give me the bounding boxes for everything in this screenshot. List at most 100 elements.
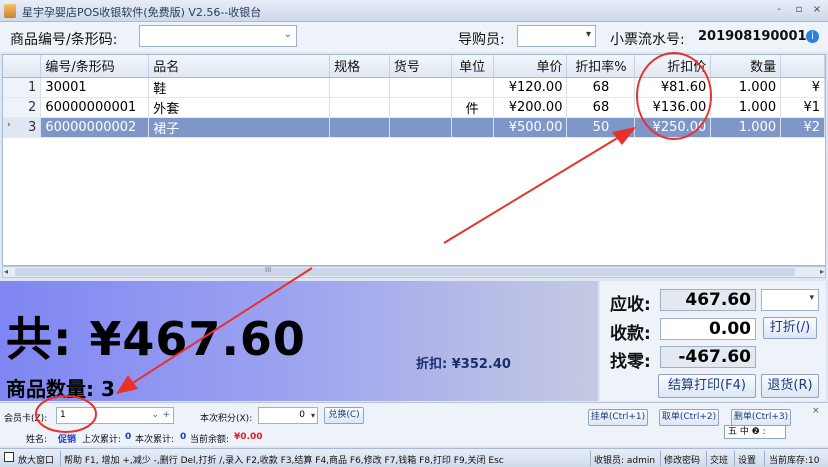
cell-spec[interactable] <box>329 77 390 98</box>
minimize-button[interactable]: - <box>772 3 786 17</box>
info-icon[interactable]: i <box>806 30 819 43</box>
receipt-label: 小票流水号: <box>610 32 685 48</box>
guide-select[interactable]: ▾ <box>517 25 596 47</box>
dropdown-arrow-icon[interactable]: ▾ <box>809 293 814 303</box>
column-header-discount-rate[interactable]: 折扣率% <box>566 55 636 78</box>
cell-price[interactable]: ¥500.00 <box>493 117 568 138</box>
column-header-price[interactable]: 单价 <box>493 55 568 78</box>
cell-name[interactable]: 外套 <box>148 97 331 118</box>
cell-unit[interactable] <box>451 77 494 98</box>
cell-item-no[interactable] <box>389 77 452 98</box>
maximize-button[interactable]: ▫ <box>792 3 806 17</box>
total-panel: 共: ¥467.60 折扣: ¥352.40 商品数量: 3 <box>0 281 598 401</box>
spinner-icon[interactable]: ▾ <box>311 408 315 423</box>
column-header-name[interactable]: 品名 <box>148 55 331 78</box>
status-divider <box>764 451 765 466</box>
cell-name[interactable]: 裙子 <box>148 117 331 138</box>
column-header-extra[interactable] <box>780 55 825 78</box>
scrollbar-thumb[interactable]: III <box>15 266 795 276</box>
change-password-link[interactable]: 修改密码 <box>664 453 700 466</box>
pos-window: 星宇孕婴店POS收银软件(免费版) V2.56--收银台 - ▫ × 商品编号/… <box>0 0 828 467</box>
exchange-button[interactable]: 兑换(C) <box>324 407 364 424</box>
member-name-value: 促销 <box>58 435 77 445</box>
table-row[interactable]: 2 60000000001 外套 件 ¥200.00 68 ¥136.00 1.… <box>3 97 825 118</box>
settings-link[interactable]: 设置 <box>738 453 756 466</box>
guide-label: 导购员: <box>458 32 505 48</box>
grand-total: 共: ¥467.60 <box>6 312 306 366</box>
table-header: 编号/条形码 品名 规格 货号 单位 单价 折扣率% 折扣价 数量 <box>3 55 825 78</box>
this-total-label: 本次累计: <box>135 435 175 445</box>
scroll-left-arrow-icon[interactable]: ◂ <box>4 267 8 276</box>
row-number-text: 3 <box>28 119 37 135</box>
cell-extra[interactable]: ¥ <box>780 77 825 98</box>
cell-unit[interactable] <box>451 117 494 138</box>
cell-discount-price[interactable]: ¥81.60 <box>634 77 712 98</box>
member-card-value: 1 <box>60 410 66 420</box>
product-code-label: 商品编号/条形码: <box>10 32 118 48</box>
column-header-spec[interactable]: 规格 <box>329 55 390 78</box>
chevron-down-icon[interactable]: ⌄ <box>151 408 159 423</box>
member-name-label: 姓名: <box>26 435 48 445</box>
scroll-right-arrow-icon[interactable]: ▸ <box>820 267 824 276</box>
amount-due-label: 应收: <box>610 295 651 315</box>
close-button[interactable]: × <box>810 3 824 17</box>
row-number: › 3 <box>3 117 42 138</box>
dropdown-arrow-icon[interactable]: ▾ <box>586 29 591 40</box>
hang-order-button[interactable]: 挂单(Ctrl+1) <box>588 409 648 426</box>
checkout-print-button[interactable]: 结算打印(F4) <box>658 374 756 398</box>
cell-code[interactable]: 30001 <box>40 77 150 98</box>
enlarge-window-icon[interactable] <box>4 452 14 462</box>
return-button[interactable]: 退货(R) <box>761 374 819 398</box>
title-bar: 星宇孕婴店POS收银软件(免费版) V2.56--收银台 - ▫ × <box>0 0 828 22</box>
table-row[interactable]: 1 30001 鞋 ¥120.00 68 ¥81.60 1.000 ¥ <box>3 77 825 98</box>
handover-link[interactable]: 交班 <box>710 453 728 466</box>
column-header-unit[interactable]: 单位 <box>451 55 494 78</box>
cell-item-no[interactable] <box>389 97 452 118</box>
cell-name[interactable]: 鞋 <box>148 77 331 98</box>
search-row: 商品编号/条形码: ⌄ 导购员: ▾ 小票流水号: 201908190001 i <box>0 22 828 52</box>
cell-discount-price[interactable]: ¥250.00 <box>634 117 712 138</box>
cell-extra[interactable]: ¥1 <box>780 97 825 118</box>
cell-price[interactable]: ¥120.00 <box>493 77 568 98</box>
cell-discount-price[interactable]: ¥136.00 <box>634 97 712 118</box>
discount-button[interactable]: 打折(/) <box>763 317 817 339</box>
points-label: 本次积分(X): <box>200 414 253 424</box>
cell-item-no[interactable] <box>389 117 452 138</box>
cell-qty[interactable]: 1.000 <box>710 77 782 98</box>
column-header-code[interactable]: 编号/条形码 <box>40 55 150 78</box>
horizontal-scrollbar[interactable]: ◂ III ▸ <box>2 266 826 278</box>
table-row-selected[interactable]: › 3 60000000002 裙子 ¥500.00 50 ¥250.00 1.0… <box>3 117 825 138</box>
collapse-icon[interactable]: × <box>812 406 820 416</box>
received-input[interactable]: 0.00 <box>660 318 756 340</box>
scrollbar-grip: III <box>265 266 272 274</box>
cell-extra[interactable]: ¥2 <box>780 117 825 138</box>
member-card-input[interactable]: 1 ⌄ + <box>56 407 174 424</box>
product-table: 编号/条形码 品名 规格 货号 单位 单价 折扣率% 折扣价 数量 1 3000… <box>2 54 826 266</box>
points-input[interactable]: 0 ▾ <box>258 407 318 424</box>
add-member-icon[interactable]: + <box>162 408 170 423</box>
cell-unit[interactable]: 件 <box>451 97 494 118</box>
ime-toolbar[interactable]: 五 中 ❷ : <box>724 425 786 439</box>
column-header-discount-price[interactable]: 折扣价 <box>634 55 712 78</box>
chevron-down-icon[interactable]: ⌄ <box>284 29 292 40</box>
cell-code[interactable]: 60000000002 <box>40 117 150 138</box>
status-divider <box>590 451 591 466</box>
product-code-input[interactable]: ⌄ <box>139 25 297 47</box>
cell-spec[interactable] <box>329 117 390 138</box>
cell-discount-rate[interactable]: 68 <box>566 77 636 98</box>
cell-discount-rate[interactable]: 50 <box>566 117 636 138</box>
cell-code[interactable]: 60000000001 <box>40 97 150 118</box>
column-header-item-no[interactable]: 货号 <box>389 55 452 78</box>
cell-discount-rate[interactable]: 68 <box>566 97 636 118</box>
cell-price[interactable]: ¥200.00 <box>493 97 568 118</box>
enlarge-window-button[interactable]: 放大窗口 <box>18 453 54 466</box>
column-header-qty[interactable]: 数量 <box>710 55 782 78</box>
last-total-value: 0 <box>125 432 132 442</box>
cell-qty[interactable]: 1.000 <box>710 117 782 138</box>
delete-order-button[interactable]: 删单(Ctrl+3) <box>731 409 791 426</box>
payment-method-select[interactable]: ▾ <box>761 289 819 311</box>
app-icon <box>4 4 16 18</box>
cell-qty[interactable]: 1.000 <box>710 97 782 118</box>
cell-spec[interactable] <box>329 97 390 118</box>
get-order-button[interactable]: 取单(Ctrl+2) <box>659 409 719 426</box>
